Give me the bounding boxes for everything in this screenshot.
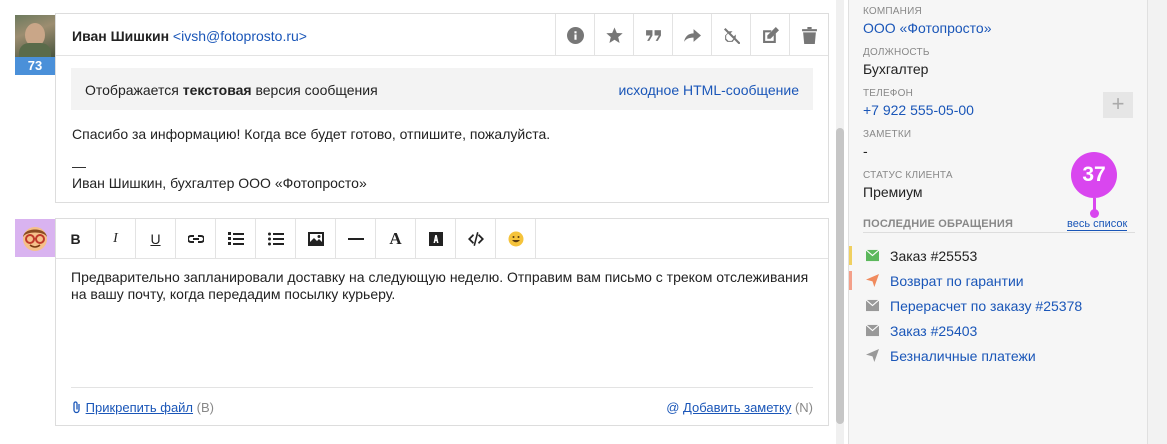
list-item[interactable]: Заказ #25553 [849,243,1147,268]
sender-email[interactable]: <ivsh@fotoprosto.ru> [173,28,307,44]
unlink-button[interactable] [711,14,750,56]
italic-button[interactable]: I [96,219,136,259]
link-icon [187,235,204,243]
source-code-button[interactable] [456,219,496,259]
sender-name: Иван Шишкин [72,28,170,44]
message-signature: — Иван Шишкин, бухгалтер ООО «Фотопросто… [72,158,367,192]
text-version-notice: Отображается текстовая версия сообщения … [71,68,813,110]
paper-plane-icon [865,349,879,363]
count-badge: 37 [1071,152,1117,198]
ordered-list-icon [227,232,244,245]
star-button[interactable] [594,14,633,56]
status-bar [849,271,852,290]
quote-icon [645,29,661,41]
image-icon [307,232,324,246]
at-icon: @ [666,400,680,415]
horizontal-rule-button[interactable] [336,219,376,259]
phone-field: ТЕЛЕФОН +7 922 555-05-00 [863,88,974,118]
list-item-label: Возврат по гарантии [890,272,1024,289]
notice-text: Отображается текстовая версия сообщения [85,82,378,98]
attach-hotkey: (B) [196,400,214,415]
signature-dash: — [72,158,86,174]
editor-toolbar: B I U A [56,219,828,259]
status-bar [849,246,852,265]
bullet-list-button[interactable] [256,219,296,259]
edit-icon [762,26,779,43]
scrollbar-thumb[interactable] [836,128,844,424]
underline-button[interactable]: U [136,219,176,259]
recent-requests-heading: ПОСЛЕДНИЕ ОБРАЩЕНИЯ [863,218,1014,230]
list-item[interactable]: Возврат по гарантии [849,268,1147,293]
trash-icon [801,26,817,44]
info-button[interactable] [555,14,594,56]
quote-button[interactable] [633,14,672,56]
forward-button[interactable] [672,14,711,56]
recent-requests-list: Заказ #25553 Возврат по гарантии Перерас… [849,243,1147,368]
list-item-label: Заказ #25553 [890,247,978,264]
reply-editor: B I U A Предварительно запланировали дос… [55,218,829,426]
image-button[interactable] [296,219,336,259]
status-bar [849,296,852,315]
position-field: ДОЛЖНОСТЬ Бухгалтер [863,47,930,77]
unlink-icon [723,27,740,44]
highlight-icon [428,232,443,246]
sender-line: Иван Шишкин <ivsh@fotoprosto.ru> [72,28,307,44]
client-panel: КОМПАНИЯ ООО «Фотопросто» ДОЛЖНОСТЬ Бухг… [848,0,1148,444]
list-item[interactable]: Заказ #25403 [849,318,1147,343]
paperclip-icon [73,401,80,414]
phone-link[interactable]: +7 922 555-05-00 [863,102,974,118]
edit-button[interactable] [750,14,789,56]
sender-avatar [15,15,55,57]
font-color-button[interactable]: A [376,219,416,259]
message-header: Иван Шишкин <ivsh@fotoprosto.ru> [56,14,828,56]
envelope-icon [865,249,879,263]
badge-pointer-dot [1090,209,1099,218]
status-bar [849,346,852,365]
star-icon [605,27,623,43]
message-body: Спасибо за информацию! Когда все будет г… [72,126,551,142]
message-card: Иван Шишкин <ivsh@fotoprosto.ru> Отображ… [55,13,829,203]
link-button[interactable] [176,219,216,259]
message-actions [555,14,828,56]
list-item-label: Безналичные платежи [890,347,1036,364]
editor-footer: Прикрепить файл (B) @ Добавить заметку (… [71,387,813,425]
forward-icon [683,28,701,42]
sender-score-badge: 73 [15,57,55,75]
add-note-link[interactable]: @ Добавить заметку (N) [666,400,813,415]
agent-avatar [15,219,55,257]
emoji-face-icon [23,227,47,251]
note-hotkey: (N) [794,400,813,415]
emoji-button[interactable] [496,219,536,259]
code-icon [467,232,484,246]
horizontal-rule-icon [347,238,364,240]
html-version-link[interactable]: исходное HTML-сообщение [618,82,799,98]
reply-textarea[interactable]: Предварительно запланировали доставку на… [71,269,816,303]
list-item[interactable]: Перерасчет по заказу #25378 [849,293,1147,318]
envelope-icon [865,299,879,313]
background-color-button[interactable] [416,219,456,259]
notes-field: ЗАМЕТКИ - [863,129,912,159]
company-field: КОМПАНИЯ ООО «Фотопросто» [863,6,992,36]
list-item-label: Заказ #25403 [890,322,978,339]
envelope-icon [865,324,879,338]
ordered-list-button[interactable] [216,219,256,259]
paper-plane-icon [865,274,879,288]
status-bar [849,321,852,340]
info-icon [566,26,584,44]
attach-file-link[interactable]: Прикрепить файл (B) [71,400,214,415]
bold-button[interactable]: B [56,219,96,259]
add-phone-button[interactable]: + [1103,92,1133,118]
list-item[interactable]: Безналичные платежи [849,343,1147,368]
signature-text: Иван Шишкин, бухгалтер ООО «Фотопросто» [72,175,367,191]
company-link[interactable]: ООО «Фотопросто» [863,20,992,36]
bullet-list-icon [267,232,284,246]
conversation-pane: 73 Иван Шишкин <ivsh@fotoprosto.ru> Отоб… [0,0,848,444]
status-field: СТАТУС КЛИЕНТА Премиум [863,170,953,200]
list-item-label: Перерасчет по заказу #25378 [890,297,1083,314]
divider [863,232,1135,233]
smiley-icon [508,231,523,247]
delete-button[interactable] [789,14,828,56]
all-requests-link[interactable]: весь список [1067,218,1128,231]
